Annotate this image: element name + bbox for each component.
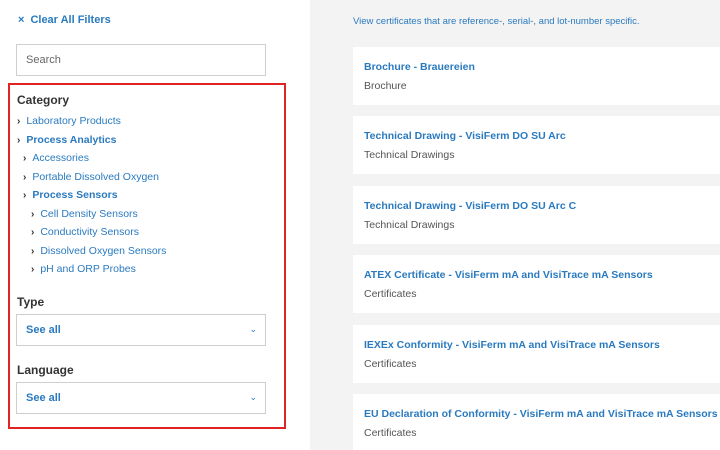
document-card[interactable]: Technical Drawing - VisiFerm DO SU Arc C… xyxy=(353,186,720,244)
chevron-right-icon: › xyxy=(31,208,35,220)
category-item-accessories[interactable]: › Accessories xyxy=(17,151,166,170)
category-label: Dissolved Oxygen Sensors xyxy=(40,244,167,257)
type-select-value: See all xyxy=(26,324,61,336)
document-type: Brochure xyxy=(364,80,407,92)
type-heading: Type xyxy=(17,295,45,309)
clear-all-filters-link[interactable]: × Clear All Filters xyxy=(18,14,111,26)
document-type: Certificates xyxy=(364,427,417,439)
document-title: EU Declaration of Conformity - VisiFerm … xyxy=(364,408,718,420)
category-tree: › Laboratory Products › Process Analytics … xyxy=(17,114,166,281)
category-label: Laboratory Products xyxy=(26,115,121,127)
category-item-cell-density-sensors[interactable]: › Cell Density Sensors xyxy=(17,207,166,226)
category-label: Cell Density Sensors xyxy=(40,207,138,220)
category-item-portable-dissolved-oxygen[interactable]: › Portable Dissolved Oxygen xyxy=(17,170,166,189)
category-item-conductivity-sensors[interactable]: › Conductivity Sensors xyxy=(17,225,166,244)
chevron-right-icon: › xyxy=(17,134,21,146)
document-title: ATEX Certificate - VisiFerm mA and VisiT… xyxy=(364,269,653,281)
filter-sidebar: × Clear All Filters Category › Laboratory … xyxy=(0,0,310,450)
chevron-right-icon: › xyxy=(17,116,21,127)
document-card[interactable]: IEXEx Conformity - VisiFerm mA and VisiT… xyxy=(353,325,720,383)
document-title: IEXEx Conformity - VisiFerm mA and VisiT… xyxy=(364,339,660,351)
category-item-process-sensors[interactable]: › Process Sensors xyxy=(17,188,166,207)
document-type: Technical Drawings xyxy=(364,219,455,231)
language-heading: Language xyxy=(17,363,74,377)
language-select-value: See all xyxy=(26,392,61,404)
chevron-down-icon: ⌄ xyxy=(249,324,257,334)
search-input[interactable] xyxy=(16,44,266,76)
category-label: Process Sensors xyxy=(32,189,118,201)
document-card[interactable]: EU Declaration of Conformity - VisiFerm … xyxy=(353,394,720,450)
document-card[interactable]: ATEX Certificate - VisiFerm mA and VisiT… xyxy=(353,255,720,313)
chevron-right-icon: › xyxy=(31,245,35,257)
document-type: Certificates xyxy=(364,358,417,370)
category-label: Conductivity Sensors xyxy=(40,226,139,238)
chevron-right-icon: › xyxy=(23,190,27,201)
category-item-process-analytics[interactable]: › Process Analytics xyxy=(17,133,166,152)
type-select[interactable]: See all ⌄ xyxy=(16,314,266,346)
document-type: Technical Drawings xyxy=(364,149,455,161)
chevron-right-icon: › xyxy=(31,227,35,238)
document-card[interactable]: Brochure - Brauereien Brochure xyxy=(353,47,720,105)
chevron-right-icon: › xyxy=(31,264,35,275)
category-label: pH and ORP Probes xyxy=(40,263,136,275)
document-title: Technical Drawing - VisiFerm DO SU Arc xyxy=(364,130,566,142)
chevron-right-icon: › xyxy=(23,153,27,164)
document-title: Brochure - Brauereien xyxy=(364,61,475,73)
chevron-right-icon: › xyxy=(23,171,27,183)
clear-all-filters-label: Clear All Filters xyxy=(30,14,111,26)
document-card[interactable]: Technical Drawing - VisiFerm DO SU Arc T… xyxy=(353,116,720,174)
chevron-down-icon: ⌄ xyxy=(249,392,257,402)
category-item-laboratory-products[interactable]: › Laboratory Products xyxy=(17,114,166,133)
category-label: Process Analytics xyxy=(26,133,117,146)
document-title: Technical Drawing - VisiFerm DO SU Arc C xyxy=(364,200,577,212)
language-select[interactable]: See all ⌄ xyxy=(16,382,266,414)
close-icon: × xyxy=(18,14,25,26)
category-heading: Category xyxy=(17,93,70,107)
category-label: Accessories xyxy=(32,152,89,164)
intro-text: View certificates that are reference-, s… xyxy=(353,16,640,27)
category-label: Portable Dissolved Oxygen xyxy=(32,170,159,183)
category-item-ph-orp-probes[interactable]: › pH and ORP Probes xyxy=(17,262,166,281)
category-item-dissolved-oxygen-sensors[interactable]: › Dissolved Oxygen Sensors xyxy=(17,244,166,263)
document-type: Certificates xyxy=(364,288,417,300)
